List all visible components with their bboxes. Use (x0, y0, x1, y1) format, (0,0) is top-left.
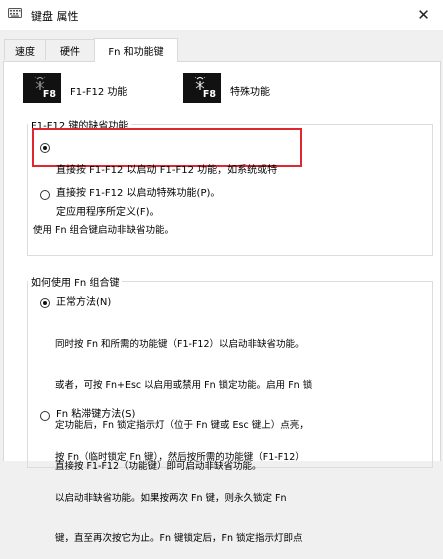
tab-speed[interactable]: 速度 (4, 39, 46, 60)
default-function-note: 使用 Fn 组合键启动非缺省功能。 (33, 225, 175, 236)
radio-sticky-method[interactable] (40, 411, 50, 421)
tab-fn-function-keys[interactable]: Fn 和功能键 (94, 38, 178, 62)
radio-f1-f12-functions[interactable] (40, 143, 50, 153)
description-line: 同时按 Fn 和所需的功能键（F1-F12）以启动非缺省功能。 (55, 339, 305, 350)
window-title: 键盘 属性 (31, 10, 79, 23)
fkey-standard-label: F1-F12 功能 (70, 87, 128, 98)
radio-special-functions[interactable] (40, 190, 50, 200)
tab-hardware[interactable]: 硬件 (45, 39, 95, 60)
fkey-special-label: 特殊功能 (230, 87, 270, 98)
tab-label: 硬件 (60, 46, 80, 58)
fkey-label: F8 (42, 89, 56, 100)
keyboard-icon (8, 8, 22, 18)
tab-strip: 速度 硬件 Fn 和功能键 (0, 38, 443, 62)
fkey-label: F8 (202, 89, 216, 100)
description-line: 键，直至再次按它为止。Fn 键锁定后，Fn 锁定指示灯即点 (55, 533, 303, 544)
radio-normal-method[interactable] (40, 298, 50, 308)
description-line: 以启动非缺省功能。如果按两次 Fn 键，则永久锁定 Fn (55, 492, 287, 504)
description-line: 按 Fn（临时锁定 Fn 键），然后按所需的功能键（F1-F12） (55, 452, 305, 463)
option-label-line: 定应用程序所定义(F)。 (56, 207, 160, 218)
option-label-line: 直接按 F1-F12 以启动 F1-F12 功能，如系统或特 (56, 165, 278, 176)
sticky-method-label[interactable]: Fn 粘滞键方法(S) (56, 408, 135, 422)
fkey-standard-image: F8 (23, 73, 61, 103)
option-special-functions-label[interactable]: 直接按 F1-F12 以启动特殊功能(P)。 (56, 187, 220, 201)
fn-combination-group-title: 如何使用 Fn 组合键 (28, 274, 123, 289)
normal-method-label[interactable]: 正常方法(N) (56, 296, 111, 310)
close-icon: ✕ (417, 6, 430, 24)
fkey-special-image: F8 (183, 73, 221, 103)
description-line: 或者，可按 Fn+Esc 以启用或禁用 Fn 锁定功能。启用 Fn 锁 (55, 379, 313, 391)
tab-label: 速度 (15, 46, 35, 58)
close-button[interactable]: ✕ (404, 0, 443, 30)
option-f1-f12-functions-label[interactable]: 直接按 F1-F12 以启动 F1-F12 功能，如系统或特 定应用程序所定义(… (56, 136, 277, 234)
tab-label: Fn 和功能键 (108, 47, 164, 58)
sticky-method-description: 按 Fn（临时锁定 Fn 键），然后按所需的功能键（F1-F12） 以启动非缺省… (55, 424, 305, 559)
